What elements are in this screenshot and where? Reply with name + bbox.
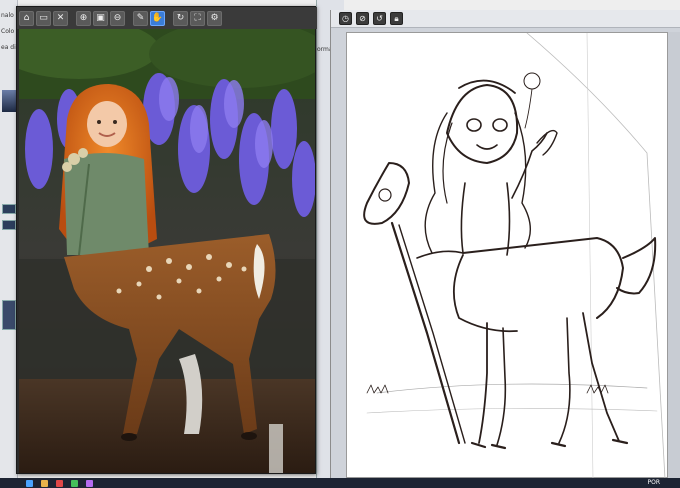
fullscreen-icon[interactable]: ⛶ bbox=[190, 10, 205, 26]
start-icon[interactable] bbox=[26, 479, 33, 487]
drawing-app-toolbar: ◷ ⊘ ↺ 🔒︎ bbox=[331, 10, 680, 28]
photo-canvas[interactable] bbox=[19, 29, 315, 473]
hand-icon[interactable]: ✋ bbox=[150, 10, 165, 26]
left-swatch-3[interactable] bbox=[2, 300, 16, 330]
settings-icon[interactable]: ⚙ bbox=[207, 10, 222, 26]
taskbar: POR bbox=[0, 478, 680, 488]
folder-icon[interactable]: ▭ bbox=[36, 10, 51, 26]
rotate-icon[interactable]: ↻ bbox=[173, 10, 188, 26]
left-label-3: ea di bbox=[1, 44, 16, 51]
fit-window-icon[interactable]: ▣ bbox=[93, 10, 108, 26]
photo-viewer-toolbar: ⌂ ▭ ✕ ⊕ ▣ ⊖ ✎ ✋ ↻ ⛶ ⚙ bbox=[17, 7, 317, 29]
close-icon[interactable]: ✕ bbox=[53, 10, 68, 26]
pen-icon[interactable]: ✎ bbox=[133, 10, 148, 26]
photo-viewer-window[interactable]: ⌂ ▭ ✕ ⊕ ▣ ⊖ ✎ ✋ ↻ ⛶ ⚙ bbox=[16, 6, 317, 474]
desktop: nalo Colo ea di orma ⌂ ▭ ✕ ⊕ ▣ ⊖ ✎ ✋ ↻ ⛶… bbox=[0, 0, 680, 488]
language-indicator[interactable]: POR bbox=[647, 478, 660, 488]
system-tray: POR bbox=[647, 478, 660, 488]
drawing-side-panel bbox=[668, 32, 680, 478]
zoom-out-icon[interactable]: ⊖ bbox=[110, 10, 125, 26]
left-label-1: nalo bbox=[1, 12, 14, 19]
left-swatch-2[interactable] bbox=[2, 220, 16, 230]
explorer-icon[interactable] bbox=[41, 479, 48, 487]
browser-icon[interactable] bbox=[56, 479, 63, 487]
left-thumbnail[interactable] bbox=[2, 90, 16, 112]
app-icon[interactable] bbox=[71, 479, 78, 487]
lock-icon[interactable]: 🔒︎ bbox=[390, 12, 403, 25]
home-icon[interactable]: ⌂ bbox=[19, 10, 34, 26]
drawing-canvas[interactable] bbox=[346, 32, 668, 480]
circle-arrow-icon[interactable]: ↺ bbox=[373, 12, 386, 25]
cancel-icon[interactable]: ⊘ bbox=[356, 12, 369, 25]
clock-icon[interactable]: ◷ bbox=[339, 12, 352, 25]
left-label-2: Colo bbox=[1, 28, 15, 35]
centaur-sketch bbox=[363, 32, 666, 480]
paint-app-icon[interactable] bbox=[86, 479, 93, 487]
zoom-in-icon[interactable]: ⊕ bbox=[76, 10, 91, 26]
drawing-app-window[interactable]: ◷ ⊘ ↺ 🔒︎ bbox=[330, 10, 680, 482]
left-swatch-1[interactable] bbox=[2, 204, 16, 214]
photo-collage bbox=[19, 29, 315, 473]
